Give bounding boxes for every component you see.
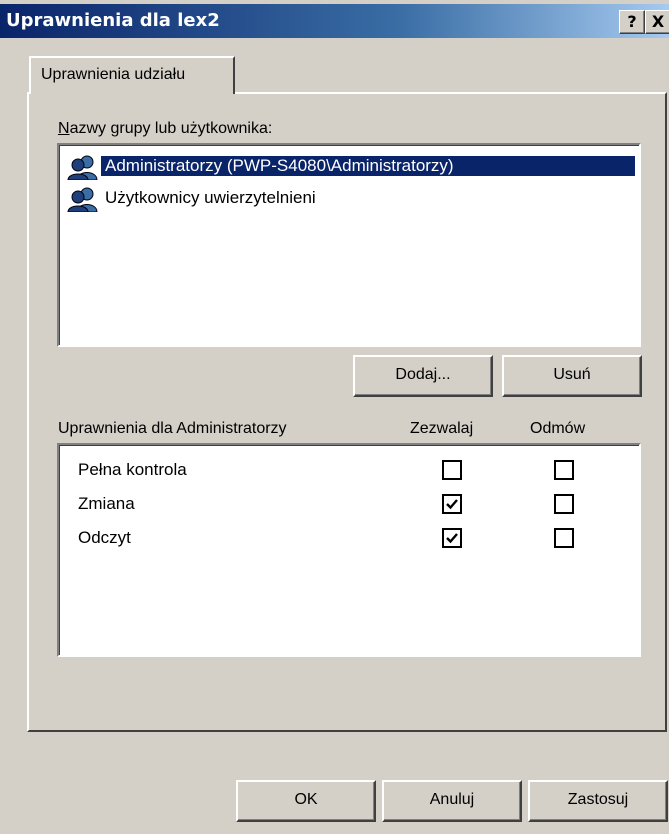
read-allow-checkbox[interactable] — [442, 528, 462, 548]
change-allow-checkbox[interactable] — [442, 494, 462, 514]
list-item-label: Użytkownicy uwierzytelnieni — [105, 188, 316, 207]
users-group-icon — [67, 155, 98, 180]
add-button-label: Dodaj... — [395, 366, 451, 383]
close-button[interactable]: X — [645, 10, 669, 34]
change-deny-checkbox[interactable] — [554, 494, 574, 514]
permission-full-control: Pełna kontrola — [78, 460, 187, 479]
full-control-deny-checkbox[interactable] — [554, 460, 574, 480]
group-list-label-text: azwy grupy lub użytkownika: — [69, 120, 273, 137]
cancel-button[interactable]: Anuluj — [382, 780, 522, 822]
tab-label: Uprawnienia udziału — [41, 66, 186, 83]
ok-button[interactable]: OK — [236, 780, 376, 822]
permission-read: Odczyt — [78, 528, 131, 547]
permission-change: Zmiana — [78, 494, 135, 513]
permissions-dialog: Uprawnienia dla lex2 ? X Uprawnienia udz… — [0, 0, 669, 834]
title-bar[interactable]: Uprawnienia dla lex2 ? X — [0, 4, 669, 38]
window-title: Uprawnienia dla lex2 — [6, 10, 220, 31]
list-item-label: Administratorzy (PWP-S4080\Administrator… — [101, 156, 635, 176]
allow-column-header: Zezwalaj — [410, 420, 474, 437]
remove-button[interactable]: Usuń — [502, 355, 642, 397]
help-button[interactable]: ? — [619, 10, 645, 34]
tab-share-permissions[interactable]: Uprawnienia udziału — [29, 56, 235, 94]
users-group-icon — [67, 187, 98, 212]
full-control-allow-checkbox[interactable] — [442, 460, 462, 480]
remove-button-label: Usuń — [553, 366, 591, 383]
checkmark-icon — [446, 499, 458, 510]
group-user-list[interactable]: Administratorzy (PWP-S4080\Administrator… — [57, 143, 641, 347]
checkmark-icon — [446, 533, 458, 544]
ok-button-label: OK — [294, 791, 318, 808]
read-deny-checkbox[interactable] — [554, 528, 574, 548]
apply-button[interactable]: Zastosuj — [528, 780, 668, 822]
deny-column-header: Odmów — [530, 420, 586, 437]
cancel-button-label: Anuluj — [429, 791, 475, 808]
group-list-label: Nazwy grupy lub użytkownika: — [58, 120, 272, 138]
group-list-label-mnemonic: N — [58, 120, 70, 137]
permissions-label: Uprawnienia dla Administratorzy — [58, 420, 287, 437]
apply-button-label: Zastosuj — [567, 791, 629, 808]
add-button[interactable]: Dodaj... — [353, 355, 493, 397]
